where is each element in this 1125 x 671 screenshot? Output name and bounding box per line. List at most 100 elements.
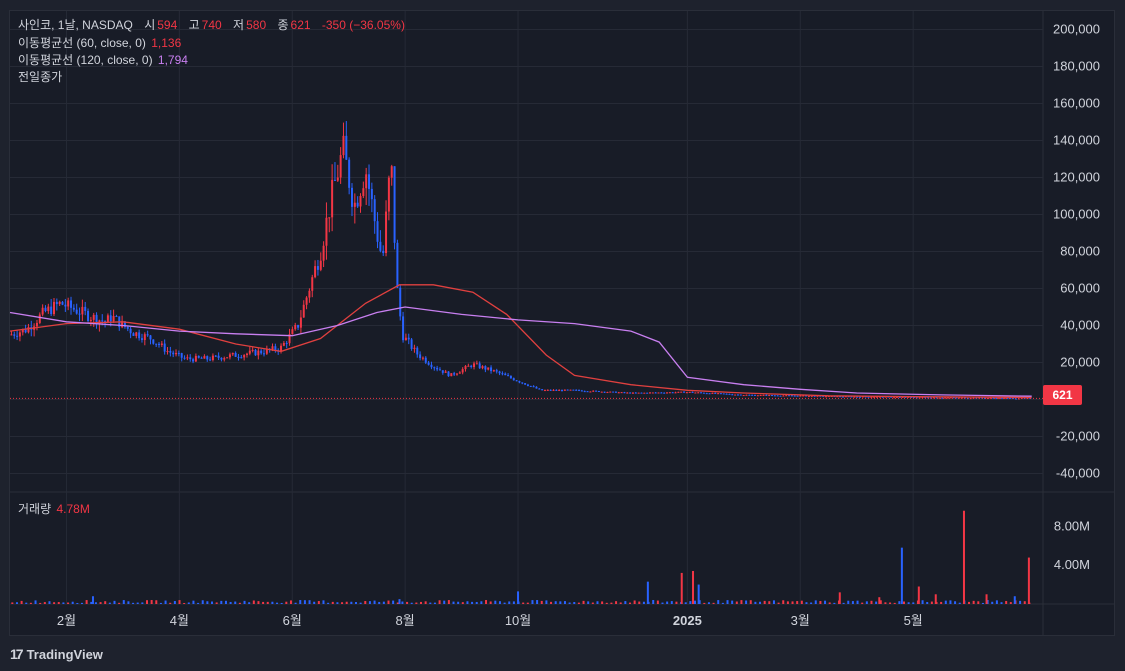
- candle-body: [501, 373, 504, 375]
- candle-body: [362, 188, 365, 197]
- ma60-label: 이동평균선 (60, close, 0): [18, 36, 146, 50]
- candle-body: [106, 315, 109, 322]
- candle-body: [336, 177, 339, 181]
- candle-body: [245, 353, 248, 356]
- candle-body: [859, 396, 862, 398]
- volume-bar-small: [303, 600, 306, 604]
- candle-body: [535, 386, 538, 389]
- legend-volume-row[interactable]: 거래량 4.78M: [18, 501, 92, 518]
- legend-prev-close-row[interactable]: 전일종가: [18, 69, 64, 86]
- volume-bar-small: [944, 600, 947, 604]
- candle-body: [50, 306, 53, 315]
- candle-body: [297, 325, 300, 328]
- candle-body: [421, 357, 424, 359]
- candle-body: [308, 290, 311, 298]
- volume-bar-small: [331, 601, 334, 604]
- legend-ma60-row[interactable]: 이동평균선 (60, close, 0) 1,136: [18, 35, 183, 52]
- volume-bar-small: [981, 602, 984, 604]
- candle-body: [260, 350, 263, 354]
- volume-bar-small: [234, 601, 237, 604]
- volume-bar-small: [512, 601, 515, 604]
- candle-body: [722, 393, 725, 395]
- y-tick-label: 120,000: [1053, 170, 1100, 185]
- candle-body: [717, 393, 720, 395]
- candle-body: [507, 375, 510, 377]
- candle-body: [228, 354, 231, 358]
- candle-body: [393, 166, 396, 243]
- price-chart[interactable]: 200,000 180,000 160,000 140,000 120,000 100,0…: [0, 0, 1125, 671]
- candle-body: [612, 391, 615, 393]
- candle-body: [512, 378, 515, 381]
- candle-body: [376, 221, 379, 242]
- volume-bar-small: [930, 601, 933, 604]
- volume-bar-small: [670, 601, 673, 604]
- volume-bar-small: [62, 602, 65, 604]
- candle-body: [211, 355, 214, 361]
- volume-bar-small: [893, 602, 896, 604]
- volume-bar-small: [828, 602, 831, 604]
- volume-bar-small: [387, 600, 390, 604]
- candle-body: [44, 307, 47, 312]
- candle-body: [84, 306, 87, 311]
- candle-body: [251, 349, 254, 351]
- candle-body: [484, 366, 487, 370]
- candle-body: [254, 349, 257, 356]
- candle-body: [206, 356, 209, 360]
- candle-body: [782, 395, 785, 397]
- volume-bar-small: [215, 602, 218, 604]
- volume-bar-small: [624, 601, 627, 604]
- volume-bar-small: [554, 601, 557, 604]
- candle-body: [490, 367, 493, 372]
- volume-bar-small: [958, 602, 961, 604]
- volume-bar-small: [415, 602, 418, 604]
- candle-body: [691, 391, 694, 393]
- candle-body: [614, 391, 617, 393]
- candle-body: [751, 394, 754, 396]
- candle-body: [504, 373, 507, 376]
- candle-body: [197, 355, 200, 358]
- volume-bar-small: [378, 601, 381, 604]
- candle-body: [824, 396, 827, 398]
- x-tick-label: 2월: [57, 613, 76, 628]
- candle-body: [626, 392, 629, 394]
- y-tick-label: 20,000: [1060, 355, 1100, 370]
- candle-body: [946, 397, 949, 399]
- legend-ma120-row[interactable]: 이동평균선 (120, close, 0) 1,794: [18, 52, 190, 69]
- volume-bar-small: [1000, 602, 1003, 604]
- volume-bar-small: [146, 600, 149, 604]
- candle-body: [631, 392, 634, 394]
- volume-bar-small: [34, 600, 37, 604]
- candle-body: [700, 392, 703, 394]
- candle-body: [473, 363, 476, 368]
- candle-body: [87, 310, 90, 321]
- volume-bar-small: [759, 601, 762, 604]
- volume-bar-small: [57, 602, 60, 604]
- candle-body: [424, 357, 427, 363]
- volume-bar-small: [187, 602, 190, 604]
- prev-close-label: 전일종가: [18, 70, 63, 84]
- volume-bar-small: [726, 600, 729, 604]
- candle-body: [58, 301, 61, 305]
- volume-bar-small: [912, 602, 915, 604]
- volume-bar-small: [406, 601, 409, 604]
- volume-bar-small: [243, 600, 246, 604]
- volume-bar-small: [173, 601, 176, 604]
- candle-body: [575, 389, 578, 391]
- candle-body: [475, 363, 478, 365]
- candle-body: [214, 355, 217, 357]
- candle-body: [714, 392, 717, 394]
- volume-bar-small: [731, 600, 734, 604]
- volume-bar-small: [224, 600, 227, 604]
- volume-bar-small: [605, 602, 608, 604]
- volume-bar: [680, 572, 683, 604]
- candle-body: [592, 390, 595, 392]
- volume-bar-small: [921, 600, 924, 604]
- ma120-value: 1,794: [157, 53, 188, 67]
- candle-body: [52, 301, 55, 315]
- candle-body: [226, 357, 229, 359]
- candle-body: [853, 396, 856, 398]
- candle-body: [563, 389, 566, 391]
- volume-bar-small: [122, 600, 125, 604]
- ma60-line: [9, 284, 1032, 399]
- tradingview-logo[interactable]: 17 TradingView: [10, 646, 103, 662]
